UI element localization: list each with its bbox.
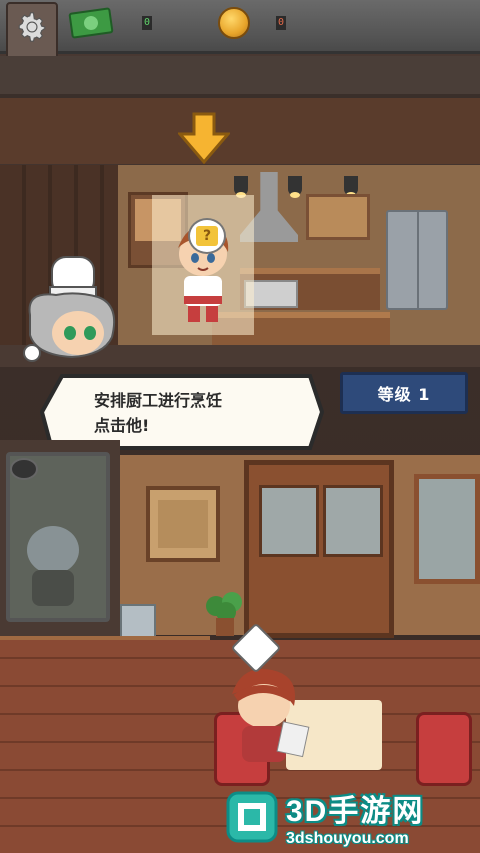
game-scene: 0 0 ? 安排厨工进行烹饪 点击他! 等级 1 3D手游网 3dshouyou… [0,0,480,853]
elevator-gauge [10,458,38,480]
coin-value: 0 [276,16,286,30]
ceiling-lamp [234,176,248,198]
tutorial-line-1: 安排厨工进行烹饪 [94,391,223,410]
down-arrow-icon [178,112,230,164]
coin-counter: 0 [218,6,286,40]
watermark-url: 3dshouyou.com [286,829,409,847]
ceiling-lamp [288,176,302,198]
hint-icon: ? [196,226,218,246]
dining-chair [416,712,472,786]
watermark: 3D手游网 3dshouyou.com [224,780,480,853]
ceiling-lamp [344,176,358,198]
customer[interactable] [222,664,312,774]
cashier-computer [120,604,156,638]
refrigerator [386,210,448,310]
top-hud-bar: 0 0 [0,0,480,66]
level-badge: 等级 1 [340,372,468,414]
cash-value: 0 [142,16,152,30]
coin-icon [218,7,250,39]
cash-counter: 0 [68,6,152,40]
wall-painting [146,486,220,562]
gear-icon [18,12,46,42]
task-hint-bubble: ? [188,218,226,254]
ceiling [0,56,480,98]
waiter-silhouette [27,526,79,606]
potted-plant [206,592,242,636]
dish-shelf [306,194,370,240]
watermark-title: 3D手游网 [286,794,425,828]
head-chef-guide [23,256,116,362]
tutorial-line-2: 点击他! [94,416,150,435]
tutorial-text: 安排厨工进行烹饪 点击他! [94,388,314,438]
cash-icon [68,7,114,39]
entrance-doors [244,460,394,638]
watermark-logo [226,791,278,842]
dining-window [414,474,480,584]
roof-beam [0,98,480,164]
